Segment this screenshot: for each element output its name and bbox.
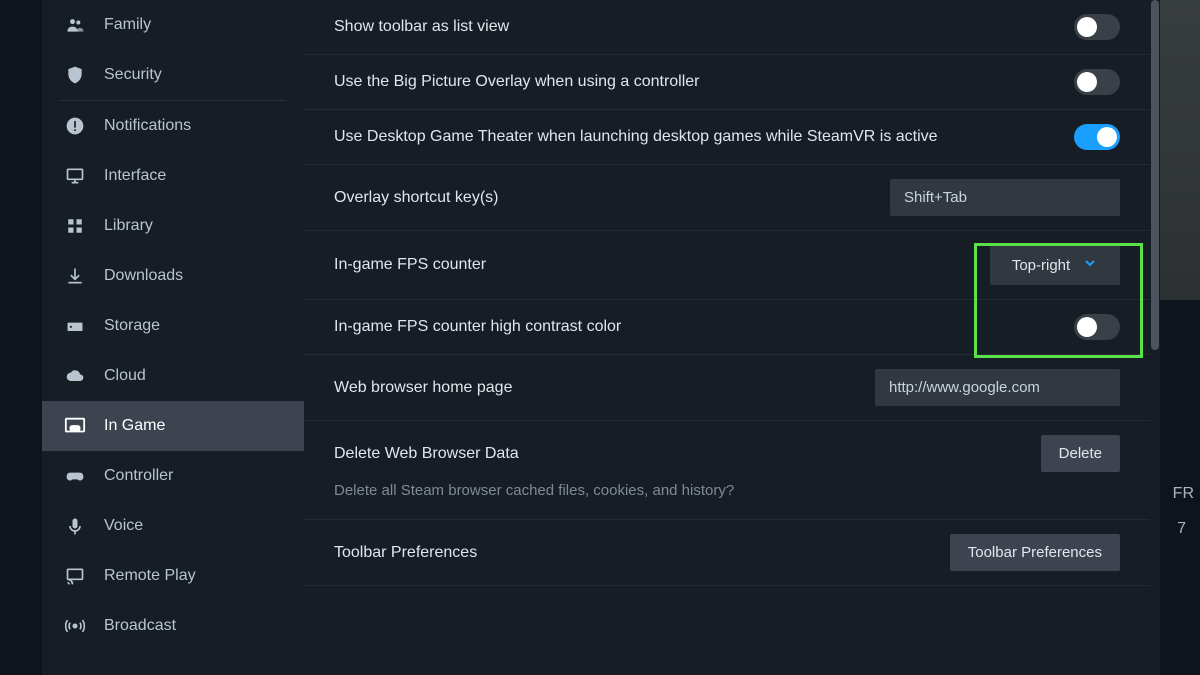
setting-label: Delete Web Browser Data (334, 445, 1041, 463)
button-toolbar-preferences[interactable]: Toolbar Preferences (950, 534, 1120, 571)
right-strip-text-2: 7 (1177, 520, 1186, 538)
scrollbar[interactable] (1150, 0, 1160, 675)
download-icon (64, 265, 86, 287)
sidebar-item-label: Library (104, 217, 153, 235)
setting-label: Use the Big Picture Overlay when using a… (334, 73, 1074, 91)
button-delete-browser-data[interactable]: Delete (1041, 435, 1120, 472)
cast-icon (64, 565, 86, 587)
setting-label: In-game FPS counter (334, 256, 990, 274)
row-delete-browser-data: Delete Web Browser Data Delete (304, 421, 1150, 478)
sidebar-item-label: Controller (104, 467, 173, 485)
users-icon (64, 14, 86, 36)
setting-label: Overlay shortcut key(s) (334, 189, 890, 207)
sidebar-item-label: Remote Play (104, 567, 196, 585)
sidebar-item-voice[interactable]: Voice (42, 501, 304, 551)
setting-label: Use Desktop Game Theater when launching … (334, 128, 1074, 146)
row-fps-counter: In-game FPS counter Top-right (304, 231, 1150, 300)
settings-panel: Show toolbar as list view Use the Big Pi… (304, 0, 1150, 675)
dropdown-value: Top-right (1012, 257, 1070, 274)
sidebar-item-label: Storage (104, 317, 160, 335)
setting-label: Web browser home page (334, 379, 875, 397)
monitor-icon (64, 165, 86, 187)
row-fps-high-contrast: In-game FPS counter high contrast color (304, 300, 1150, 355)
sidebar-item-library[interactable]: Library (42, 201, 304, 251)
toggle-desktop-game-theater[interactable] (1074, 124, 1120, 150)
sidebar-item-label: Downloads (104, 267, 183, 285)
background-right-strip: FR 7 (1160, 0, 1200, 675)
setting-label: Show toolbar as list view (334, 18, 1074, 36)
sidebar-item-remote-play[interactable]: Remote Play (42, 551, 304, 601)
sidebar-item-label: Interface (104, 167, 166, 185)
mic-icon (64, 515, 86, 537)
row-browser-home: Web browser home page (304, 355, 1150, 421)
sidebar-item-label: Notifications (104, 117, 191, 135)
shield-icon (64, 64, 86, 86)
sidebar-item-controller[interactable]: Controller (42, 451, 304, 501)
sidebar-item-label: Broadcast (104, 617, 176, 635)
row-toolbar-preferences: Toolbar Preferences Toolbar Preferences (304, 520, 1150, 586)
sidebar-item-label: Security (104, 66, 162, 84)
sidebar-item-family[interactable]: Family (42, 0, 304, 50)
row-overlay-shortcut: Overlay shortcut key(s) (304, 165, 1150, 231)
settings-sidebar: Family Security Notifications Interface … (42, 0, 304, 675)
hdd-icon (64, 315, 86, 337)
left-gutter (0, 0, 42, 675)
sidebar-item-label: Family (104, 16, 151, 34)
row-big-picture-overlay: Use the Big Picture Overlay when using a… (304, 55, 1150, 110)
sidebar-item-label: In Game (104, 417, 165, 435)
broadcast-icon (64, 615, 86, 637)
toggle-fps-high-contrast[interactable] (1074, 314, 1120, 340)
sidebar-item-broadcast[interactable]: Broadcast (42, 601, 304, 651)
toggle-big-picture-overlay[interactable] (1074, 69, 1120, 95)
grid-icon (64, 215, 86, 237)
chevron-down-icon (1082, 255, 1098, 275)
gamepad-window-icon (64, 415, 86, 437)
sidebar-item-notifications[interactable]: Notifications (42, 101, 304, 151)
setting-label: In-game FPS counter high contrast color (334, 318, 1074, 336)
alert-circle-icon (64, 115, 86, 137)
gamepad-icon (64, 465, 86, 487)
toggle-show-toolbar-list-view[interactable] (1074, 14, 1120, 40)
delete-browser-data-desc: Delete all Steam browser cached files, c… (304, 478, 1150, 520)
sidebar-item-in-game[interactable]: In Game (42, 401, 304, 451)
sidebar-item-storage[interactable]: Storage (42, 301, 304, 351)
dropdown-fps-counter[interactable]: Top-right (990, 245, 1120, 285)
sidebar-item-downloads[interactable]: Downloads (42, 251, 304, 301)
right-strip-text: FR (1173, 485, 1194, 503)
setting-label: Toolbar Preferences (334, 544, 950, 562)
sidebar-item-security[interactable]: Security (42, 50, 304, 100)
sidebar-item-label: Cloud (104, 367, 146, 385)
row-desktop-game-theater: Use Desktop Game Theater when launching … (304, 110, 1150, 165)
sidebar-item-cloud[interactable]: Cloud (42, 351, 304, 401)
input-browser-home[interactable] (875, 369, 1120, 406)
row-show-toolbar-list-view: Show toolbar as list view (304, 0, 1150, 55)
sidebar-item-label: Voice (104, 517, 143, 535)
input-overlay-shortcut[interactable] (890, 179, 1120, 216)
cloud-icon (64, 365, 86, 387)
scrollbar-thumb[interactable] (1151, 0, 1159, 350)
sidebar-item-interface[interactable]: Interface (42, 151, 304, 201)
